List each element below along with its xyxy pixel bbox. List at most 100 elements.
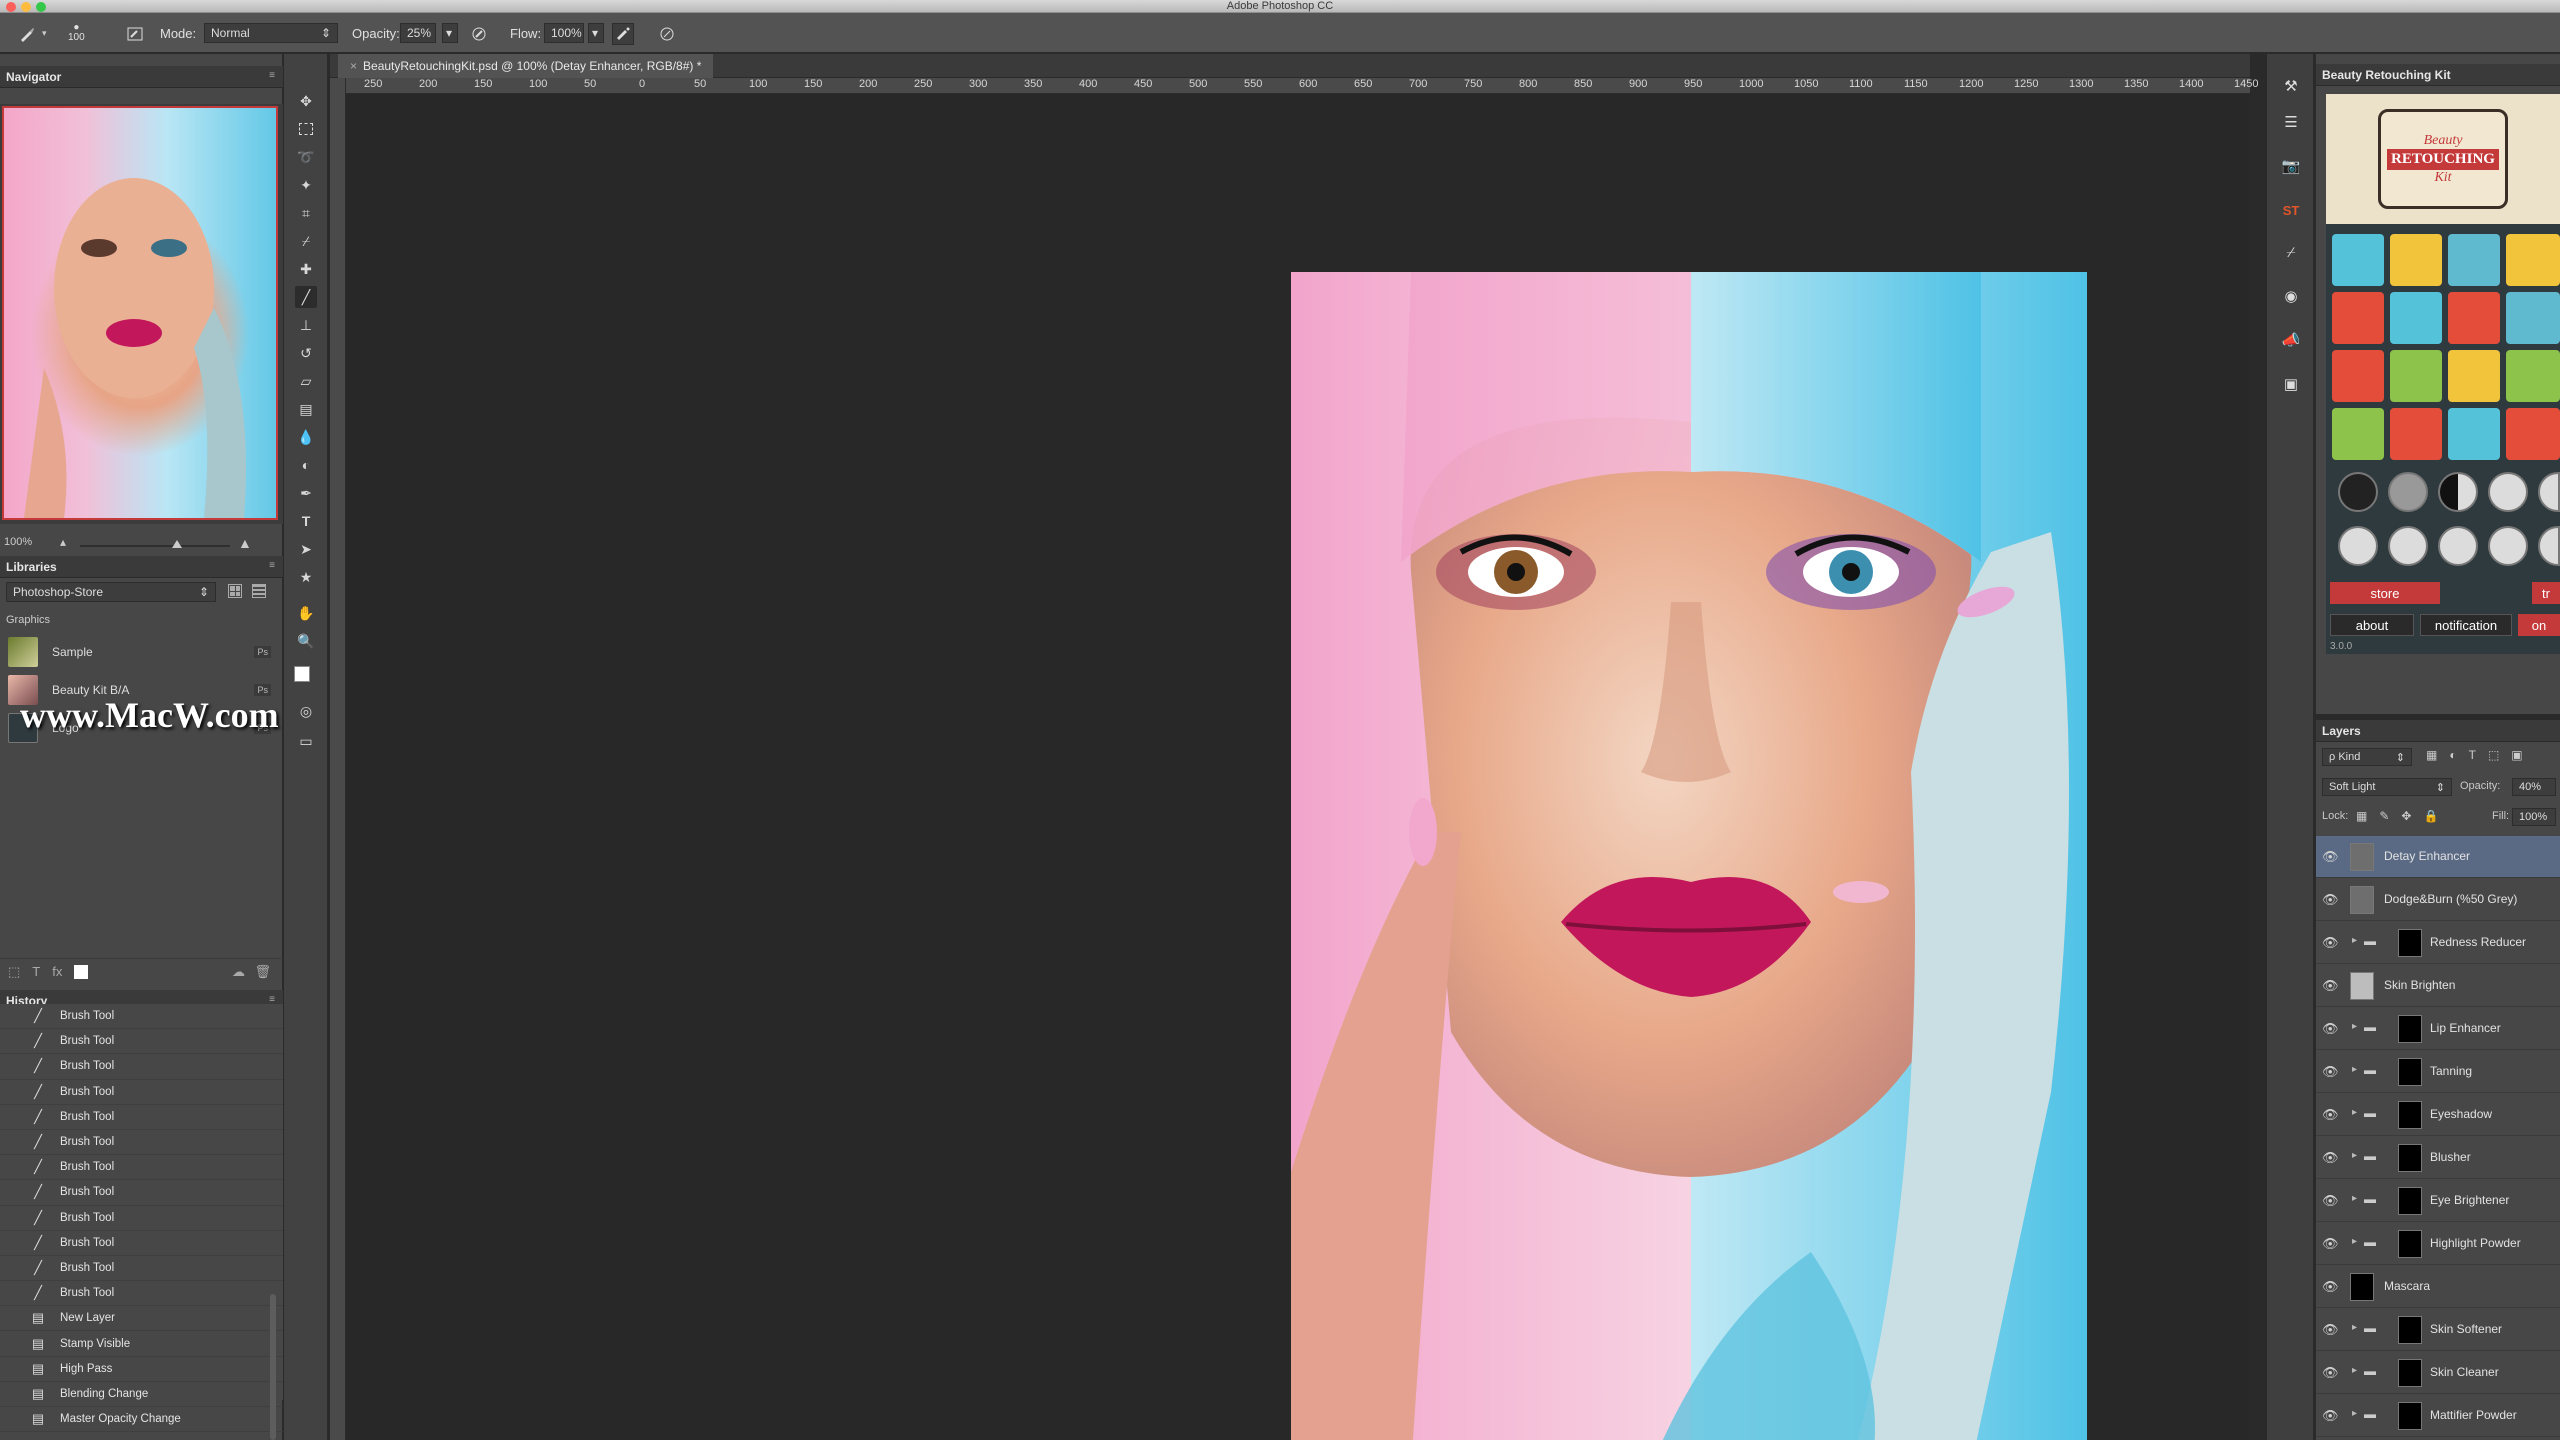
library-select[interactable]: Photoshop-Store ⇕ bbox=[6, 582, 216, 602]
layer-mask-thumbnail[interactable] bbox=[2398, 1144, 2422, 1172]
magic-wand-tool-icon[interactable]: ✦ bbox=[295, 174, 317, 196]
face-mask-icon[interactable] bbox=[2390, 408, 2442, 460]
opacity-dropdown[interactable]: ▾ bbox=[442, 23, 458, 43]
zoom-in-icon[interactable]: ▲ bbox=[238, 535, 252, 551]
clone-stamp-tool-icon[interactable]: ⊥ bbox=[295, 314, 317, 336]
layer-mask-thumbnail[interactable] bbox=[2398, 1316, 2422, 1344]
history-item[interactable]: ▤ Stamp Visible bbox=[0, 1331, 283, 1357]
tab-beauty-kit[interactable]: Beauty Retouching Kit bbox=[2316, 64, 2560, 86]
blend-mode-select[interactable]: Soft Light ⇕ bbox=[2322, 778, 2452, 796]
bandage-icon[interactable] bbox=[2388, 526, 2428, 566]
layer-mask-thumbnail[interactable] bbox=[2398, 929, 2422, 957]
layer-row[interactable]: 👁 ▸ ▬ Skin Cleaner bbox=[2316, 1352, 2560, 1394]
library-item[interactable]: Sample Ps bbox=[0, 634, 283, 670]
filter-pixel-icon[interactable]: ▦ bbox=[2426, 748, 2437, 762]
history-item[interactable]: ╱ Brush Tool bbox=[0, 1155, 283, 1181]
pencil-icon[interactable] bbox=[2390, 292, 2442, 344]
layer-row[interactable]: 👁 ▸ ▬ Tanning bbox=[2316, 1051, 2560, 1093]
visibility-eye-icon[interactable]: 👁 bbox=[2322, 1279, 2339, 1295]
cream-jar-icon[interactable] bbox=[2506, 292, 2560, 344]
lasso-tool-icon[interactable]: ➰ bbox=[295, 146, 317, 168]
canvas-area[interactable] bbox=[346, 94, 2250, 1440]
bottle-icon[interactable] bbox=[2448, 234, 2500, 286]
add-graphic-icon[interactable]: ⬚ bbox=[8, 964, 20, 980]
foreground-color-swatch[interactable] bbox=[294, 666, 310, 682]
lipstick-tube-icon[interactable] bbox=[2332, 292, 2384, 344]
history-item[interactable]: ╱ Brush Tool bbox=[0, 1281, 283, 1307]
expand-group-icon[interactable]: ▸ bbox=[2352, 1107, 2357, 1118]
fill-field[interactable]: 100% bbox=[2512, 808, 2556, 826]
cotton-pad-icon[interactable] bbox=[2332, 234, 2384, 286]
layer-row[interactable]: 👁 ▸ ▬ Redness Reducer bbox=[2316, 922, 2560, 964]
zoom-slider[interactable] bbox=[80, 540, 230, 548]
layer-mask-thumbnail[interactable] bbox=[2398, 1187, 2422, 1215]
plugin-st-icon[interactable]: ST bbox=[2279, 198, 2303, 222]
history-item[interactable]: ╱ Brush Tool bbox=[0, 1130, 283, 1156]
close-x-icon[interactable] bbox=[2538, 526, 2560, 566]
history-item[interactable]: ╱ Brush Tool bbox=[0, 1004, 283, 1030]
history-item[interactable]: ▤ High Pass bbox=[0, 1357, 283, 1382]
zoom-out-icon[interactable]: ▴ bbox=[60, 535, 66, 549]
screen-mode-icon[interactable]: ▭ bbox=[295, 730, 317, 752]
zoom-value[interactable]: 100% bbox=[4, 536, 32, 548]
layer-row[interactable]: 👁 ▸ ▬ Lip Enhancer bbox=[2316, 1008, 2560, 1050]
flow-field[interactable]: 100% bbox=[544, 23, 584, 43]
brush-preset-icon[interactable] bbox=[16, 23, 38, 45]
navigator-preview[interactable] bbox=[0, 104, 283, 524]
visibility-eye-icon[interactable]: 👁 bbox=[2322, 1322, 2339, 1338]
healing-brush-tool-icon[interactable]: ✚ bbox=[295, 258, 317, 280]
layer-thumbnail[interactable] bbox=[2350, 1273, 2374, 1301]
layer-thumbnail[interactable] bbox=[2350, 972, 2374, 1000]
brush-tool-icon[interactable]: ╱ bbox=[295, 286, 317, 308]
history-scrollbar[interactable] bbox=[270, 1294, 276, 1440]
layer-mask-thumbnail[interactable] bbox=[2398, 1058, 2422, 1086]
document-canvas[interactable] bbox=[1291, 272, 2087, 1440]
visibility-eye-icon[interactable]: 👁 bbox=[2322, 1365, 2339, 1381]
history-item[interactable]: ▤ Blending Change bbox=[0, 1382, 283, 1407]
history-item[interactable]: ╱ Brush Tool bbox=[0, 1206, 283, 1231]
tab-navigator[interactable]: Navigator ≡ bbox=[0, 66, 283, 88]
cross-icon[interactable] bbox=[2538, 472, 2560, 512]
expand-group-icon[interactable]: ▸ bbox=[2352, 1064, 2357, 1075]
eyeshadow-palette-icon[interactable] bbox=[2448, 350, 2500, 402]
trash-icon[interactable]: 🗑 bbox=[254, 964, 271, 980]
info-panel-icon[interactable]: ▣ bbox=[2279, 372, 2303, 396]
layer-row[interactable]: 👁 Skin Brighten bbox=[2316, 965, 2560, 1007]
add-style-icon[interactable]: fx bbox=[52, 964, 62, 979]
adjustments-icon[interactable]: ☰ bbox=[2279, 110, 2303, 134]
history-item[interactable]: ▤ Master Opacity Change bbox=[0, 1407, 283, 1433]
shape-tool-icon[interactable]: ★ bbox=[295, 566, 317, 588]
visibility-eye-icon[interactable]: 👁 bbox=[2322, 1193, 2339, 1209]
powder-icon[interactable] bbox=[2506, 408, 2560, 460]
store-button[interactable]: store bbox=[2330, 582, 2440, 604]
history-item[interactable]: ╱ Brush Tool bbox=[0, 1231, 283, 1256]
filter-shape-icon[interactable]: ⬚ bbox=[2488, 748, 2499, 762]
layer-row[interactable]: 👁 Dodge&Burn (%50 Grey) bbox=[2316, 879, 2560, 921]
layer-mask-thumbnail[interactable] bbox=[2398, 1402, 2422, 1430]
zoom-slider-handle[interactable] bbox=[172, 540, 182, 548]
notification-button[interactable]: notification bbox=[2420, 614, 2512, 636]
layer-mask-thumbnail[interactable] bbox=[2398, 1359, 2422, 1387]
layer-opacity-field[interactable]: 40% bbox=[2512, 778, 2556, 796]
path-selection-tool-icon[interactable]: ➤ bbox=[295, 538, 317, 560]
hand-tool-icon[interactable]: ✋ bbox=[295, 602, 317, 624]
black-dot-icon[interactable] bbox=[2338, 472, 2378, 512]
sync-icon[interactable]: ☁ bbox=[232, 964, 245, 980]
visibility-eye-icon[interactable]: 👁 bbox=[2322, 1236, 2339, 1252]
about-button[interactable]: about bbox=[2330, 614, 2414, 636]
filter-smart-object-icon[interactable]: ▣ bbox=[2511, 748, 2522, 762]
layer-row[interactable]: 👁 Detay Enhancer bbox=[2316, 836, 2560, 878]
panel-menu-icon[interactable]: ≡ bbox=[269, 70, 275, 81]
gradient-tool-icon[interactable]: ▤ bbox=[295, 398, 317, 420]
layer-row[interactable]: 👁 Mascara bbox=[2316, 1266, 2560, 1308]
pressure-opacity-icon[interactable] bbox=[468, 23, 490, 45]
visibility-eye-icon[interactable]: 👁 bbox=[2322, 1021, 2339, 1037]
lock-position-icon[interactable]: ✥ bbox=[2401, 809, 2411, 823]
camera-icon[interactable]: 📷 bbox=[2279, 154, 2303, 178]
chevron-down-icon[interactable]: ▾ bbox=[42, 23, 47, 43]
brush-panel-icon[interactable]: ⌿ bbox=[2279, 240, 2303, 264]
makeup-brush-icon[interactable] bbox=[2390, 350, 2442, 402]
notification-on-toggle[interactable]: on bbox=[2518, 614, 2560, 636]
expand-group-icon[interactable]: ▸ bbox=[2352, 1150, 2357, 1161]
visibility-eye-icon[interactable]: 👁 bbox=[2322, 892, 2339, 908]
